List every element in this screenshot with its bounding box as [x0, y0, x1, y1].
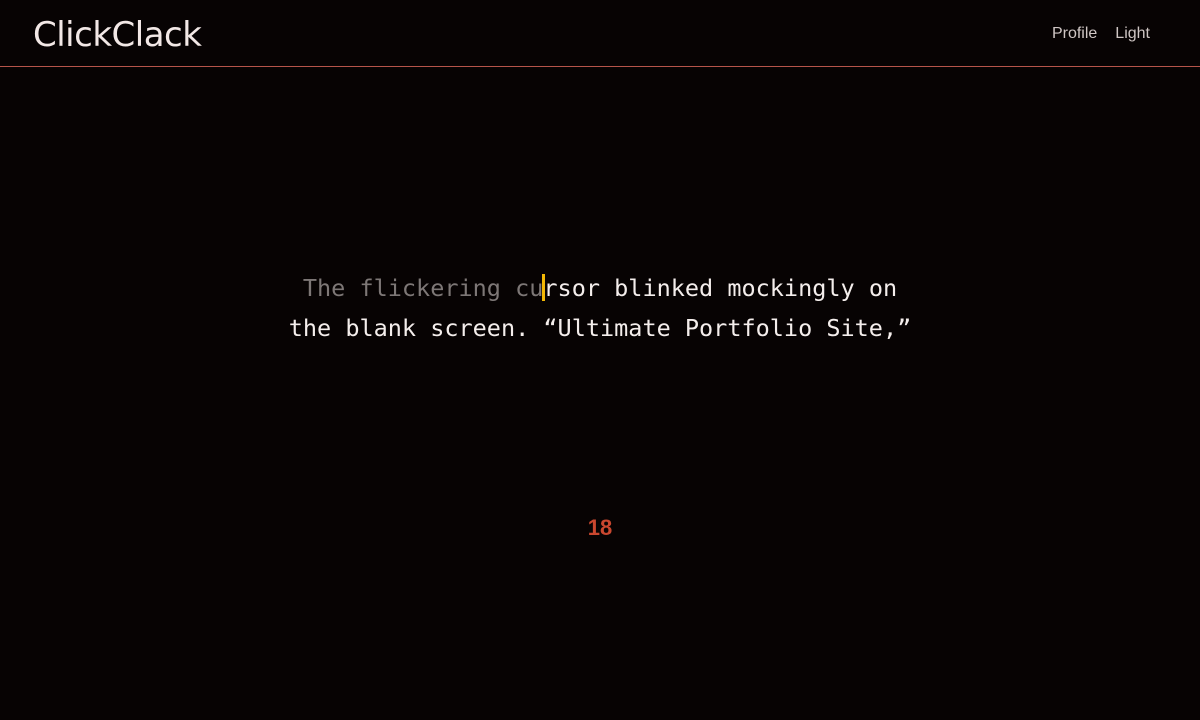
- theme-toggle-link[interactable]: Light: [1115, 22, 1150, 46]
- word-counter: 18: [587, 515, 613, 540]
- top-nav: Profile Light: [1052, 22, 1150, 46]
- untyped-text-line1: rsor blinked mockingly on: [543, 274, 898, 302]
- app-logo[interactable]: ClickClack: [33, 13, 202, 57]
- typed-text: The flickering cu: [302, 274, 544, 302]
- profile-link[interactable]: Profile: [1052, 22, 1097, 46]
- untyped-text-line2: the blank screen. “Ultimate Portfolio Si…: [288, 314, 912, 342]
- typing-text-area[interactable]: The flickering cursor blinked mockingly …: [270, 268, 930, 348]
- top-bar: ClickClack Profile Light: [0, 0, 1200, 67]
